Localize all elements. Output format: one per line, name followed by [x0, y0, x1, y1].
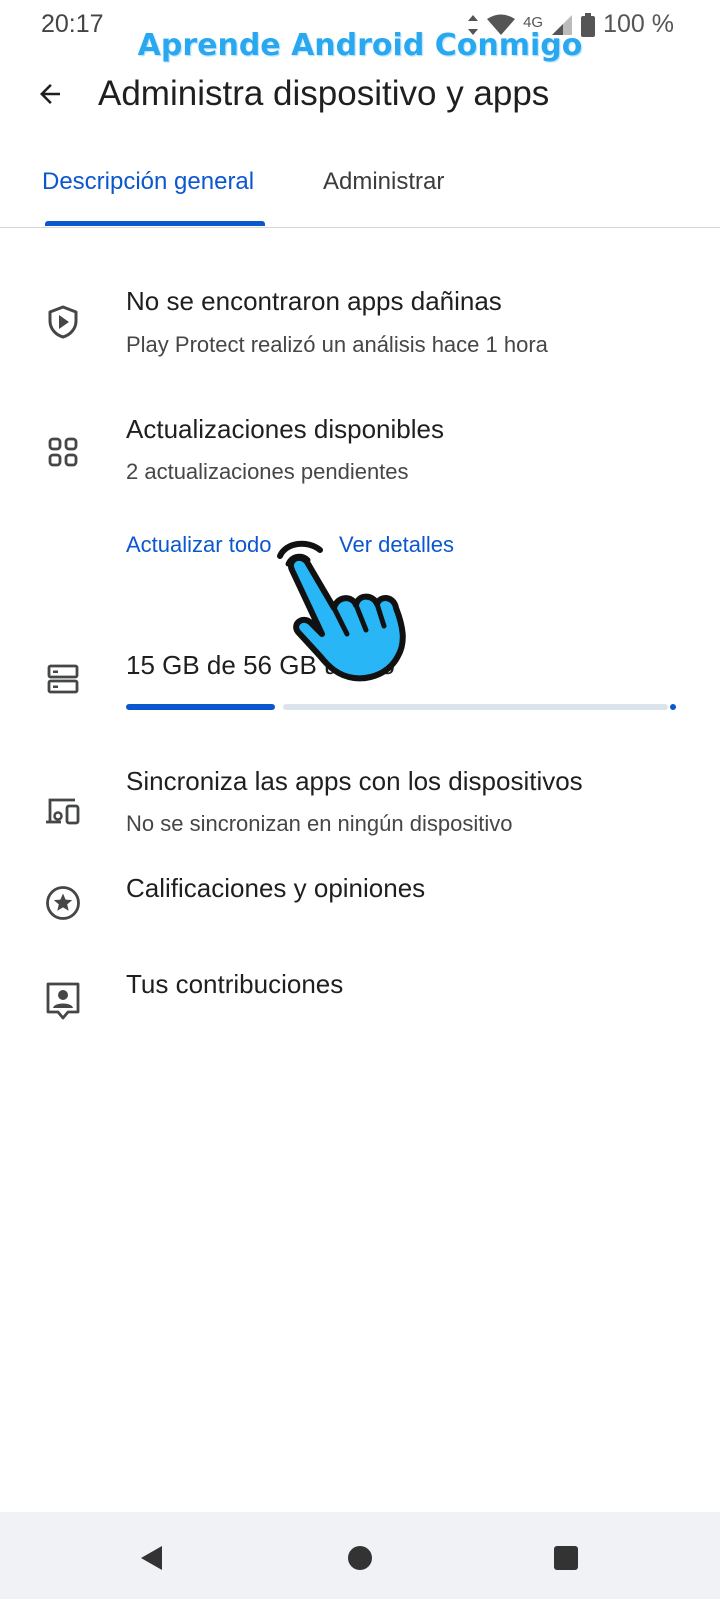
storage-free-bar	[282, 704, 668, 710]
shield-play-icon	[48, 305, 78, 339]
nav-home-icon	[348, 1546, 372, 1570]
arrow-back-icon	[40, 84, 60, 104]
contributions-title[interactable]: Tus contribuciones	[126, 969, 343, 1000]
protect-subtitle: Play Protect realizó un análisis hace 1 …	[126, 332, 548, 357]
nav-recents-button[interactable]	[544, 1536, 588, 1580]
sync-subtitle: No se sincronizan en ningún dispositivo	[126, 811, 513, 836]
tab-divider	[0, 227, 720, 228]
tab-overview[interactable]: Descripción general	[42, 168, 254, 196]
pointing-hand-icon	[277, 540, 406, 682]
watermark: Aprende Android Conmigo	[137, 28, 583, 63]
protect-title: No se encontraron apps dañinas	[126, 286, 502, 316]
contributions-icon-wrap	[41, 979, 85, 1023]
updates-subtitle: 2 actualizaciones pendientes	[126, 459, 409, 484]
storage-icon-wrap	[41, 657, 85, 701]
contributions-icon	[46, 982, 80, 1020]
protect-icon-wrap	[41, 300, 85, 344]
storage-icon	[47, 664, 79, 694]
sync-title[interactable]: Sincroniza las apps con los dispositivos	[126, 766, 583, 797]
storage-used-bar	[126, 704, 275, 710]
storage-progress	[126, 704, 676, 710]
updates-icon-wrap	[41, 430, 85, 474]
storage-end-dot	[670, 704, 676, 710]
updates-title: Actualizaciones disponibles	[126, 414, 444, 444]
update-all-button[interactable]: Actualizar todo	[126, 532, 272, 558]
star-circle-icon	[46, 886, 80, 920]
nav-back-button[interactable]	[129, 1536, 173, 1580]
nav-home-button[interactable]	[338, 1536, 382, 1580]
page-title: Administra dispositivo y apps	[98, 74, 550, 113]
nav-back-icon	[141, 1546, 162, 1570]
devices-sync-icon	[46, 798, 80, 825]
sync-icon-wrap	[41, 789, 85, 833]
tab-manage[interactable]: Administrar	[323, 168, 444, 196]
ratings-icon-wrap	[41, 881, 85, 925]
ratings-title[interactable]: Calificaciones y opiniones	[126, 873, 425, 904]
back-button[interactable]	[28, 72, 72, 116]
nav-recents-icon	[554, 1546, 578, 1570]
tab-indicator	[45, 221, 265, 226]
apps-grid-icon	[48, 437, 78, 467]
